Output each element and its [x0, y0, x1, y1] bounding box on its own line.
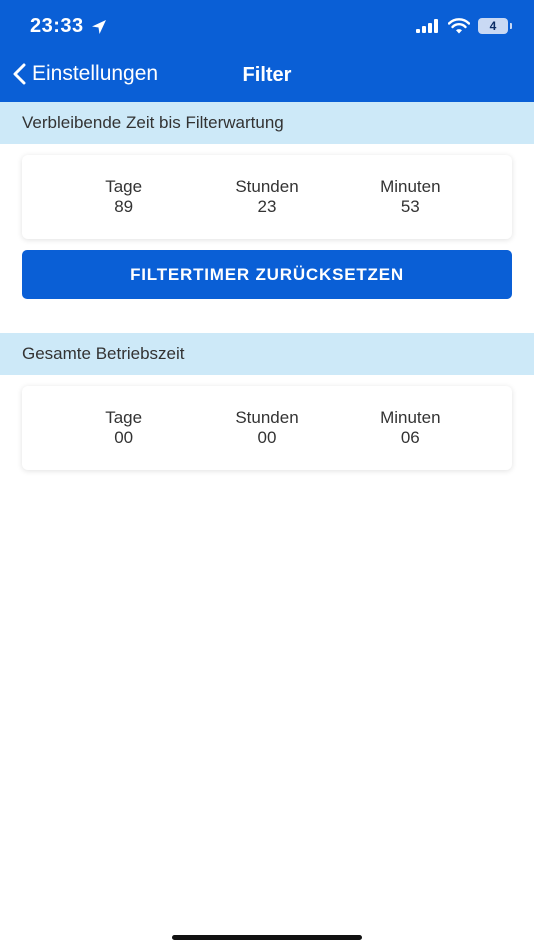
remaining-minutes: Minuten 53	[360, 177, 460, 217]
remaining-days-label: Tage	[105, 177, 143, 196]
operating-hours-label: Stunden	[235, 408, 299, 427]
back-button[interactable]: Einstellungen	[12, 62, 158, 86]
chevron-left-icon	[13, 63, 26, 85]
remaining-hours-value: 23	[257, 197, 277, 216]
remaining-minutes-label: Minuten	[380, 177, 441, 196]
remaining-days-value: 89	[114, 197, 134, 216]
operating-time-card: Tage 00 Stunden 00 Minuten 06	[22, 386, 512, 470]
wifi-icon	[448, 18, 470, 34]
remaining-minutes-value: 53	[400, 197, 420, 216]
operating-days-label: Tage	[105, 408, 143, 427]
operating-minutes: Minuten 06	[360, 408, 460, 448]
reset-filter-timer-button[interactable]: FILTERTIMER ZURÜCKSETZEN	[22, 250, 512, 299]
status-time-text: 23:33	[30, 15, 84, 37]
status-bar-time: 23:33	[30, 15, 108, 38]
cellular-signal-icon	[416, 19, 438, 33]
operating-hours-value: 00	[257, 428, 277, 447]
operating-days-value: 00	[114, 428, 134, 447]
battery-icon: 4	[478, 18, 512, 34]
operating-time-section-title: Gesamte Betriebszeit	[22, 344, 185, 363]
operating-minutes-value: 06	[400, 428, 420, 447]
home-indicator[interactable]	[172, 935, 362, 940]
operating-hours: Stunden 00	[217, 408, 317, 448]
operating-minutes-label: Minuten	[380, 408, 441, 427]
app-header: 23:33 4 Einstellungen Filter	[0, 0, 534, 102]
remaining-time-section-title: Verbleibende Zeit bis Filterwartung	[22, 113, 284, 132]
remaining-time-section-header: Verbleibende Zeit bis Filterwartung	[0, 102, 534, 144]
back-button-label: Einstellungen	[32, 62, 159, 85]
remaining-hours-label: Stunden	[235, 177, 299, 196]
remaining-days: Tage 89	[74, 177, 174, 217]
location-arrow-icon	[91, 19, 106, 34]
remaining-hours: Stunden 23	[217, 177, 317, 217]
operating-time-section-header: Gesamte Betriebszeit	[0, 333, 534, 375]
operating-days: Tage 00	[74, 408, 174, 448]
remaining-time-card: Tage 89 Stunden 23 Minuten 53	[22, 155, 512, 239]
status-bar-indicators: 4	[416, 18, 512, 34]
battery-level-text: 4	[489, 19, 497, 33]
